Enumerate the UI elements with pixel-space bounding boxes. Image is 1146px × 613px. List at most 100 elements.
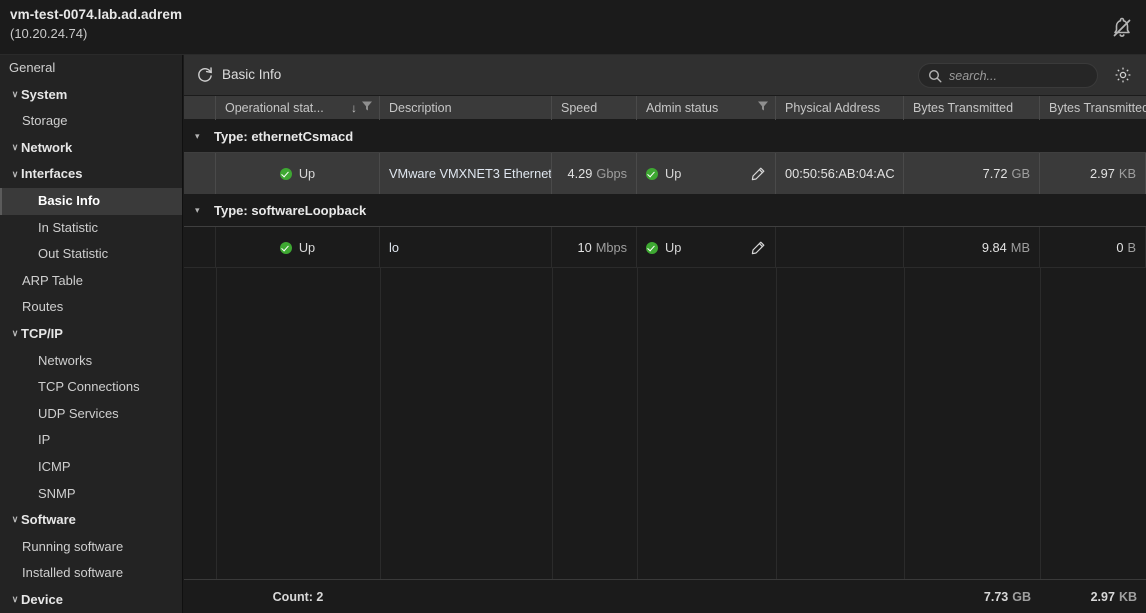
- sidebar-item-storage[interactable]: Storage: [0, 108, 182, 135]
- column-header-bytes-transmitted-per[interactable]: Bytes Transmitted per...: [1040, 96, 1146, 120]
- status-ok-icon: [646, 241, 658, 254]
- search-box[interactable]: [918, 63, 1098, 88]
- speed-cell: 4.29 Gbps: [552, 153, 637, 194]
- navigation-sidebar[interactable]: General ∨ System Storage ∨ Network ∨ Interfaces…: [0, 55, 183, 613]
- bytes-transmitted-per-cell: 2.97 KB: [1040, 153, 1146, 194]
- column-header-bytes-transmitted[interactable]: Bytes Transmitted: [904, 96, 1040, 120]
- summary-blank-0: [184, 580, 216, 613]
- summary-blank-4: [637, 580, 776, 613]
- sidebar-item-label: Installed software: [22, 565, 124, 581]
- sidebar-item-ip[interactable]: IP: [0, 427, 182, 454]
- pencil-icon[interactable]: [750, 166, 766, 182]
- group-collapse-chevron-icon[interactable]: ▾: [195, 120, 200, 153]
- sidebar-item-routes[interactable]: Routes: [0, 294, 182, 321]
- filter-funnel-icon[interactable]: [757, 96, 769, 120]
- table-row[interactable]: Up VMware VMXNET3 Ethernet C 4.29 Gbps Up 00:…: [184, 153, 1146, 194]
- column-header-speed[interactable]: Speed: [552, 96, 637, 120]
- sidebar-item-in-statistic[interactable]: In Statistic: [0, 215, 182, 242]
- bytes-transmitted-unit: MB: [1010, 240, 1030, 255]
- summary-bytes-transmitted: 7.73 GB: [904, 580, 1040, 613]
- sidebar-item-general[interactable]: General: [0, 55, 182, 82]
- bytes-transmitted-value: 7.72: [982, 166, 1008, 181]
- chevron-down-icon[interactable]: ∨: [9, 320, 21, 347]
- refresh-icon[interactable]: [196, 66, 214, 84]
- bytes-transmitted-per-value: 0: [1116, 240, 1124, 255]
- table-row[interactable]: Up lo 10 Mbps Up 9.84 MB 0 B: [184, 227, 1146, 268]
- status-ok-icon: [279, 167, 292, 180]
- sidebar-item-label: System: [21, 86, 68, 102]
- sidebar-item-installed-software[interactable]: Installed software: [0, 560, 182, 587]
- sort-descending-icon[interactable]: ↓: [351, 96, 357, 120]
- bytes-transmitted-value: 9.84: [981, 240, 1007, 255]
- operational-status-cell: Up: [216, 153, 380, 194]
- column-header-operational-stat[interactable]: Operational stat... ↓: [216, 96, 380, 120]
- chevron-down-icon[interactable]: ∨: [9, 81, 21, 108]
- column-header-label: Operational stat...: [225, 101, 324, 115]
- gear-icon[interactable]: [1114, 66, 1132, 84]
- summary-bytes-transmitted-per-value: 2.97: [1090, 589, 1115, 604]
- sidebar-item-label: Storage: [22, 113, 68, 129]
- description-text: VMware VMXNET3 Ethernet C: [389, 166, 552, 181]
- device-details-window: vm-test-0074.lab.ad.adrem (10.20.24.74) …: [0, 0, 1146, 613]
- sidebar-item-tcp-connections[interactable]: TCP Connections: [0, 374, 182, 401]
- column-header-label: Speed: [561, 101, 598, 115]
- status-ok-icon: [646, 167, 658, 180]
- bytes-transmitted-unit: GB: [1011, 166, 1031, 181]
- status-ok-icon: [279, 241, 292, 254]
- sidebar-item-arp-table[interactable]: ARP Table: [0, 268, 182, 295]
- bell-slash-icon[interactable]: [1110, 16, 1134, 40]
- summary-blank-3: [552, 580, 637, 613]
- group-header-row[interactable]: ▾ Type: softwareLoopback: [184, 194, 1146, 227]
- physical-address-text: 00:50:56:AB:04:AC: [785, 166, 895, 181]
- column-header-label: Description: [389, 101, 452, 115]
- admin-status-cell: Up: [637, 227, 776, 268]
- chevron-down-icon[interactable]: ∨: [9, 161, 21, 188]
- sidebar-item-network[interactable]: ∨ Network: [0, 135, 182, 162]
- sidebar-item-interfaces[interactable]: ∨ Interfaces: [0, 161, 182, 188]
- description-text: lo: [389, 240, 399, 255]
- sidebar-item-udp-services[interactable]: UDP Services: [0, 401, 182, 428]
- sidebar-item-software[interactable]: ∨ Software: [0, 507, 182, 534]
- sidebar-item-tcp-ip[interactable]: ∨ TCP/IP: [0, 321, 182, 348]
- operational-status-text: Up: [298, 166, 316, 181]
- row-selector-cell[interactable]: [184, 153, 216, 194]
- row-selector-cell[interactable]: [184, 227, 216, 268]
- admin-status-text: Up: [665, 240, 682, 255]
- group-header-row[interactable]: ▾ Type: ethernetCsmacd: [184, 120, 1146, 153]
- sidebar-item-snmp[interactable]: SNMP: [0, 481, 182, 508]
- sidebar-item-label: Software: [21, 512, 76, 528]
- sidebar-item-label: ARP Table: [22, 272, 83, 288]
- summary-count: Count: 2: [216, 580, 380, 613]
- summary-bytes-transmitted-per: 2.97 KB: [1040, 580, 1146, 613]
- search-input[interactable]: [949, 68, 1097, 83]
- summary-blank-5: [776, 580, 904, 613]
- chevron-down-icon[interactable]: ∨: [9, 506, 21, 533]
- sidebar-item-label: Interfaces: [21, 166, 83, 182]
- chevron-down-icon[interactable]: ∨: [9, 586, 21, 613]
- column-header-label: Bytes Transmitted: [913, 101, 1014, 115]
- pencil-icon[interactable]: [750, 240, 766, 256]
- sidebar-item-basic-info[interactable]: Basic Info: [0, 187, 182, 215]
- speed-unit: Gbps: [596, 166, 627, 181]
- sidebar-item-device[interactable]: ∨ Device: [0, 587, 182, 613]
- window-header: vm-test-0074.lab.ad.adrem (10.20.24.74): [0, 0, 1146, 55]
- sidebar-item-icmp[interactable]: ICMP: [0, 454, 182, 481]
- column-header-blank[interactable]: [184, 96, 216, 120]
- sidebar-item-networks[interactable]: Networks: [0, 348, 182, 375]
- column-header-admin-status[interactable]: Admin status: [637, 96, 776, 120]
- sidebar-item-out-statistic[interactable]: Out Statistic: [0, 241, 182, 268]
- sidebar-item-label: IP: [38, 432, 51, 448]
- sidebar-item-system[interactable]: ∨ System: [0, 82, 182, 109]
- sidebar-item-label: In Statistic: [38, 219, 98, 235]
- column-header-description[interactable]: Description: [380, 96, 552, 120]
- summary-bytes-transmitted-unit: GB: [1012, 589, 1031, 604]
- content-panel: Basic Info Operational stat...↓De: [184, 55, 1146, 613]
- table-summary-row: Count: 2 7.73 GB 2.97 KB: [184, 579, 1146, 613]
- filter-funnel-icon[interactable]: [361, 96, 373, 120]
- sidebar-item-running-software[interactable]: Running software: [0, 534, 182, 561]
- physical-address-cell: 00:50:56:AB:04:AC: [776, 153, 904, 194]
- table-body: ▾ Type: ethernetCsmacd Up VMware VMXNET3 Et…: [184, 120, 1146, 580]
- group-collapse-chevron-icon[interactable]: ▾: [195, 194, 200, 227]
- chevron-down-icon[interactable]: ∨: [9, 134, 21, 161]
- column-header-physical-address[interactable]: Physical Address: [776, 96, 904, 120]
